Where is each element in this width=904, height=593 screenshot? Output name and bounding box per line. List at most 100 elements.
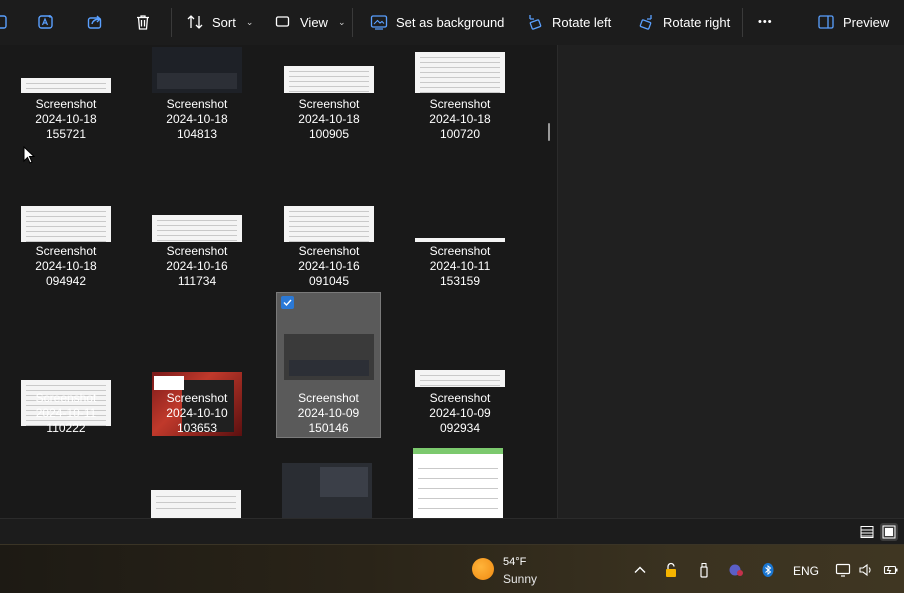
mouse-cursor-icon — [23, 145, 36, 169]
file-name-name: Screenshot — [166, 391, 228, 405]
preview-button[interactable]: Preview — [817, 8, 889, 36]
file-grid: Screenshot 2024-10-18 155721 Screenshot 2024… — [0, 45, 557, 518]
file-thumbnail — [284, 66, 374, 93]
file-name: Screenshot 2024-10-09 150146 — [277, 391, 380, 436]
rotate-right-icon — [637, 13, 655, 31]
rotate-right-button[interactable]: Rotate right — [637, 8, 730, 36]
view-label: View — [300, 14, 328, 30]
file-thumbnail-partial[interactable] — [282, 463, 372, 518]
file-name-name: Screenshot — [429, 391, 491, 405]
file-tile[interactable]: Screenshot 2024-10-18 094942 — [14, 194, 118, 339]
file-name-date: 2024-10-11 — [429, 259, 491, 273]
set-as-background-label: Set as background — [396, 14, 505, 30]
toolbar-divider — [171, 8, 172, 37]
file-name-name: Screenshot — [166, 97, 228, 111]
file-tile[interactable]: Screenshot 2024-10-18 104813 — [145, 47, 249, 192]
rotate-left-label: Rotate left — [552, 14, 612, 30]
display-icon[interactable] — [834, 561, 852, 579]
delete-button[interactable] — [134, 8, 152, 36]
rotate-right-label: Rotate right — [663, 14, 731, 30]
chevron-up-icon[interactable] — [631, 561, 649, 579]
sort-icon — [186, 13, 204, 31]
file-name-time: 091045 — [308, 274, 350, 288]
sort-button[interactable]: Sort ⌄ — [186, 8, 253, 36]
sun-icon[interactable] — [472, 558, 494, 580]
bluetooth-icon[interactable] — [759, 561, 777, 579]
file-name: Screenshot 2024-10-16 091045 — [277, 244, 381, 289]
file-thumbnail — [152, 47, 242, 93]
file-name-date: 2024-10-16 — [298, 259, 360, 273]
chevron-down-icon: ⌄ — [245, 16, 254, 27]
ai-edit-button[interactable] — [37, 8, 55, 36]
file-name-time: 103653 — [176, 421, 218, 435]
preview-pane — [557, 45, 904, 518]
file-name: Screenshot 2024-10-10 103653 — [145, 391, 249, 436]
file-tile[interactable]: Screenshot 2024-10-18 100720 — [408, 47, 512, 192]
file-tile[interactable]: Screenshot 2024-10-11 110222 — [14, 341, 118, 486]
file-tile[interactable]: Screenshot 2024-10-18 100905 — [277, 47, 381, 192]
large-icons-view-button[interactable] — [880, 523, 898, 541]
share-icon — [86, 13, 104, 31]
file-tile[interactable]: Screenshot 2024-10-09 150146 — [276, 292, 381, 438]
battery-icon[interactable] — [882, 561, 900, 579]
file-name-time: 100905 — [308, 127, 350, 141]
rotate-left-button[interactable]: Rotate left — [526, 8, 611, 36]
file-name-date: 2024-10-11 — [35, 406, 97, 420]
share-button[interactable] — [86, 8, 104, 36]
file-name: Screenshot 2024-10-11 153159 — [408, 244, 512, 289]
file-name-time: 100720 — [439, 127, 481, 141]
file-name-time: 092934 — [439, 421, 481, 435]
file-name-name: Screenshot — [166, 244, 228, 258]
file-name-time: 111734 — [177, 274, 217, 288]
file-name-name: Screenshot — [35, 391, 97, 405]
file-thumbnail — [283, 334, 374, 380]
view-button[interactable]: View ⌄ — [274, 8, 346, 36]
file-name-date: 2024-10-18 — [35, 112, 97, 126]
usb-drive-icon[interactable] — [695, 561, 713, 579]
file-name: Screenshot 2024-10-18 100905 — [277, 97, 381, 142]
scrollbar-thumb[interactable] — [548, 123, 550, 141]
checkmark-icon[interactable] — [281, 296, 294, 309]
sort-label: Sort — [212, 14, 236, 30]
teams-icon[interactable] — [727, 561, 745, 579]
ai-edit-icon — [37, 13, 55, 31]
edit-partial-button[interactable] — [0, 8, 18, 36]
file-name-date: 2024-10-18 — [166, 112, 228, 126]
file-name-name: Screenshot — [298, 391, 359, 405]
status-bar — [0, 518, 904, 544]
file-name-time: 153159 — [439, 274, 481, 288]
details-view-button[interactable] — [858, 523, 876, 541]
file-name-time: 094942 — [45, 274, 87, 288]
file-name-time: 104813 — [176, 127, 218, 141]
file-thumbnail-partial[interactable] — [413, 448, 503, 518]
file-tile[interactable]: Screenshot 2024-10-18 155721 — [14, 47, 118, 192]
file-name-date: 2024-10-09 — [297, 406, 360, 420]
volume-icon[interactable] — [857, 561, 875, 579]
file-name: Screenshot 2024-10-18 100720 — [408, 97, 512, 142]
more-options-button[interactable]: ••• — [758, 8, 773, 36]
file-name-date: 2024-10-18 — [35, 259, 97, 273]
file-name-time: 110222 — [46, 421, 86, 435]
file-tile[interactable]: Screenshot 2024-10-11 153159 — [408, 194, 512, 339]
edit-partial-icon — [0, 13, 18, 31]
more-icon: ••• — [758, 16, 773, 28]
set-as-background-button[interactable]: Set as background — [370, 8, 504, 36]
taskbar: 54°F Sunny ENG — [0, 544, 904, 593]
language-indicator[interactable]: ENG — [793, 564, 819, 578]
file-tile[interactable]: Screenshot 2024-10-16 111734 — [145, 194, 249, 339]
file-tile[interactable]: Screenshot 2024-10-10 103653 — [145, 341, 249, 486]
file-thumbnail — [415, 370, 505, 387]
weather-temperature[interactable]: 54°F — [503, 556, 526, 568]
file-name-name: Screenshot — [429, 244, 491, 258]
file-name: Screenshot 2024-10-16 111734 — [145, 244, 249, 289]
file-name-name: Screenshot — [298, 97, 360, 111]
toolbar-divider — [742, 8, 743, 37]
file-thumbnail — [21, 206, 111, 242]
preview-label: Preview — [843, 14, 890, 30]
vpn-lock-icon[interactable] — [662, 561, 680, 579]
weather-condition[interactable]: Sunny — [503, 572, 537, 586]
file-name-date: 2024-10-18 — [429, 112, 491, 126]
file-thumbnail — [152, 215, 242, 242]
file-thumbnail-partial[interactable] — [151, 490, 241, 518]
details-view-icon — [860, 526, 874, 538]
